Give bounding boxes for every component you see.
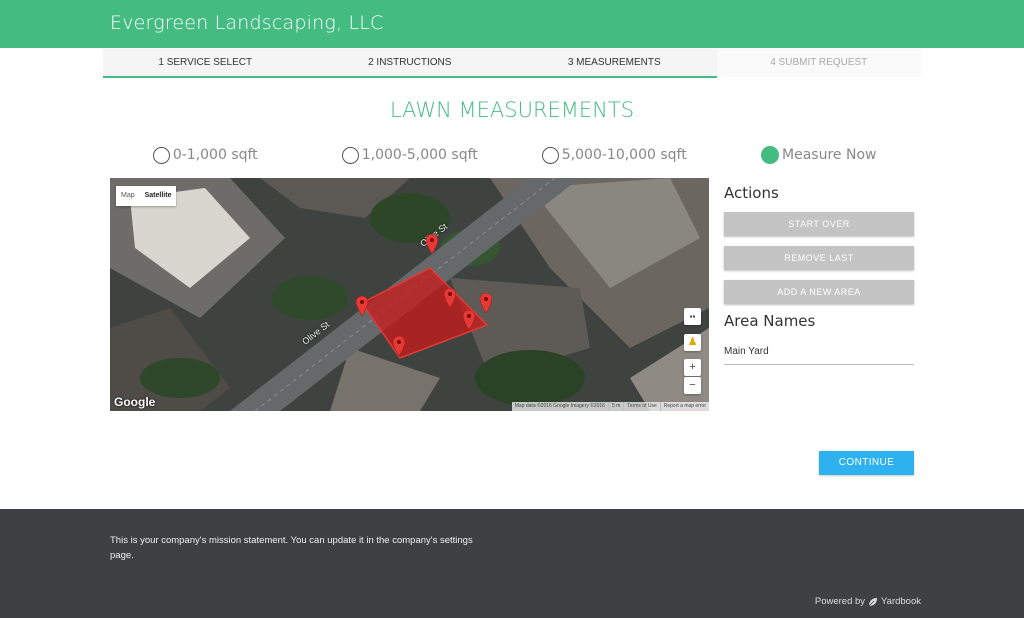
- map-marker-icon[interactable]: [463, 310, 475, 330]
- map-marker-icon[interactable]: [480, 293, 492, 313]
- step-submit-request: 4 SUBMIT REQUEST: [716, 49, 921, 77]
- zoom-out-button[interactable]: −: [684, 377, 701, 394]
- fullscreen-icon[interactable]: ▪▪: [684, 308, 701, 325]
- powered-by[interactable]: Powered by Yardbook: [815, 596, 921, 607]
- area-names-title: Area Names: [724, 312, 816, 330]
- area-name-item[interactable]: Main Yard: [724, 330, 914, 365]
- map-type-map[interactable]: Map: [116, 186, 140, 206]
- leaf-icon: [868, 597, 878, 606]
- map-imagery: [110, 178, 709, 411]
- radio-icon[interactable]: [152, 146, 170, 164]
- option-0-1000[interactable]: 0-1,000 sqft: [103, 144, 308, 166]
- step-service-select[interactable]: 1 SERVICE SELECT: [103, 49, 308, 77]
- map-data-text: Map data ©2016 Google Imagery ©2016: [514, 403, 605, 409]
- page-title: LAWN MEASUREMENTS: [389, 98, 635, 122]
- map-marker-icon[interactable]: [426, 234, 438, 254]
- google-logo: Google: [114, 395, 156, 409]
- step-instructions[interactable]: 2 INSTRUCTIONS: [308, 49, 513, 77]
- footer: This is your company's mission statement…: [0, 509, 1024, 618]
- map-marker-icon[interactable]: [393, 336, 405, 356]
- option-measure-now[interactable]: Measure Now: [717, 144, 922, 166]
- actions-panel: Actions START OVER REMOVE LAST ADD A NEW…: [724, 184, 914, 365]
- add-new-area-button[interactable]: ADD A NEW AREA: [724, 280, 914, 304]
- option-label: 1,000-5,000 sqft: [361, 147, 478, 163]
- map-type-control: Map Satellite: [116, 186, 177, 206]
- powered-by-label: Powered by: [814, 596, 866, 607]
- radio-icon[interactable]: [341, 146, 359, 164]
- satellite-map[interactable]: Olive St Olive St Map Satellite ▪▪ ♟ + −…: [110, 178, 709, 411]
- terms-link[interactable]: Terms of Use: [623, 402, 659, 411]
- start-over-button[interactable]: START OVER: [724, 212, 914, 236]
- area-names-section: Area Names Main Yard: [724, 312, 914, 365]
- remove-last-button[interactable]: REMOVE LAST: [724, 246, 914, 270]
- map-scale: 5 m: [607, 402, 623, 411]
- size-options: 0-1,000 sqft 1,000-5,000 sqft 5,000-10,0…: [103, 144, 921, 166]
- actions-title: Actions: [724, 184, 779, 202]
- option-label: 0-1,000 sqft: [172, 147, 258, 163]
- yardbook-link[interactable]: Yardbook: [881, 596, 921, 607]
- radio-selected-icon[interactable]: [761, 146, 780, 164]
- map-marker-icon[interactable]: [444, 288, 456, 308]
- option-1000-5000[interactable]: 1,000-5,000 sqft: [308, 144, 513, 166]
- top-bar: Evergreen Landscaping, LLC: [0, 0, 1024, 48]
- zoom-in-button[interactable]: +: [684, 359, 701, 376]
- pegman-icon[interactable]: ♟: [684, 334, 701, 351]
- map-marker-icon[interactable]: [356, 296, 368, 316]
- continue-button[interactable]: CONTINUE: [819, 451, 914, 475]
- map-attribution: Map data ©2016 Google Imagery ©2016 5 m …: [511, 402, 709, 411]
- option-label: Measure Now: [782, 147, 877, 163]
- step-progress-bar: [103, 76, 717, 78]
- radio-icon[interactable]: [541, 146, 559, 164]
- option-label: 5,000-10,000 sqft: [561, 147, 687, 163]
- mission-statement: This is your company's mission statement…: [110, 535, 473, 561]
- brand-name[interactable]: Evergreen Landscaping, LLC: [110, 12, 384, 34]
- option-5000-10000[interactable]: 5,000-10,000 sqft: [512, 144, 717, 166]
- map-type-satellite[interactable]: Satellite: [140, 186, 177, 206]
- step-measurements[interactable]: 3 MEASUREMENTS: [512, 49, 717, 77]
- step-progress: 1 SERVICE SELECT 2 INSTRUCTIONS 3 MEASUR…: [103, 49, 921, 77]
- report-link[interactable]: Report a map error: [659, 402, 709, 411]
